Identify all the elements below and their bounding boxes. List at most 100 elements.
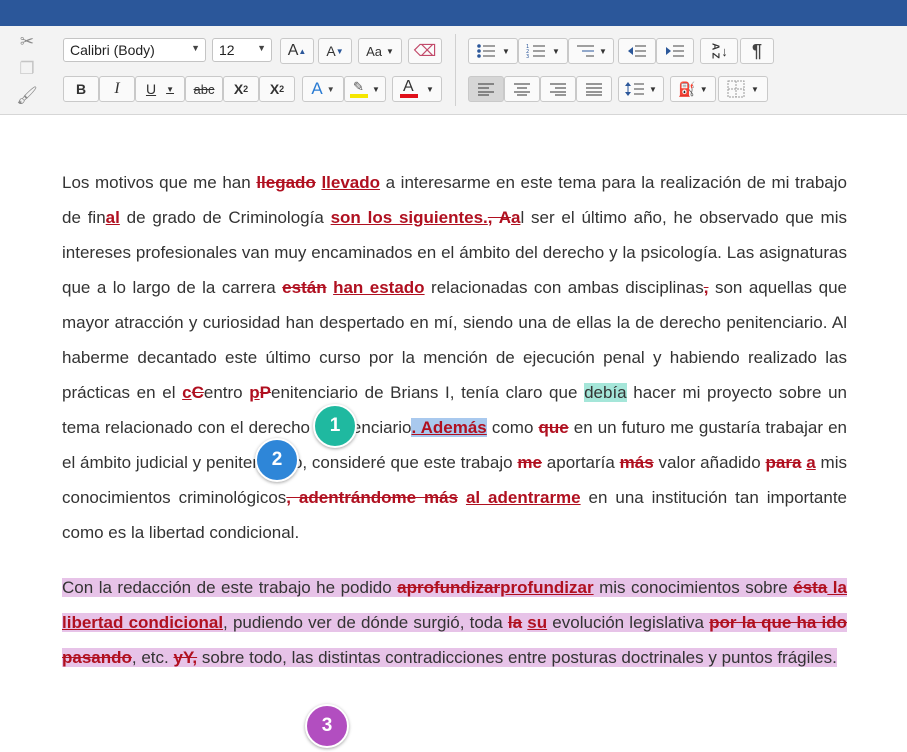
ribbon-toolbar: ✂ ❐ 🖌 Calibri (Body) ▼ 12 ▼ A ▲ A ▼ Aa ▼ ⌫ … — [0, 26, 907, 115]
deletion: aprofundizar — [397, 578, 501, 597]
highlighted-insertion-ademas: . Además — [411, 418, 487, 437]
align-center-button[interactable] — [504, 76, 540, 102]
justify-button[interactable] — [576, 76, 612, 102]
numbering-button[interactable]: 123 ▼ — [518, 38, 568, 64]
align-center-icon — [514, 83, 530, 96]
insertion: a — [806, 453, 816, 472]
font-size-value: 12 — [219, 42, 235, 58]
shading-button[interactable]: ⛽ ▼ — [670, 76, 716, 102]
grow-font-label: A — [287, 42, 299, 59]
superscript-button[interactable]: X2 — [259, 76, 295, 102]
strikethrough-label: abc — [193, 81, 215, 97]
pilcrow-icon: ¶ — [751, 40, 762, 61]
bullet-list-icon — [477, 44, 496, 58]
chevron-down-icon: ▼ — [552, 46, 560, 56]
superscript-mark: 2 — [279, 84, 285, 94]
align-right-button[interactable] — [540, 76, 576, 102]
deletion: están — [282, 278, 327, 297]
chevron-down-icon: ▼ — [166, 84, 175, 94]
line-spacing-button[interactable]: ▼ — [618, 76, 664, 102]
show-formatting-button[interactable]: ¶ — [740, 38, 774, 64]
underline-button[interactable]: U ▼ — [135, 76, 185, 102]
font-color-swatch — [400, 94, 419, 98]
chevron-down-icon: ▼ — [326, 84, 335, 94]
annotation-badge-1: 1 — [313, 404, 357, 448]
bullets-button[interactable]: ▼ — [468, 38, 518, 64]
superscript-label: X — [269, 81, 280, 97]
bold-label: B — [75, 81, 87, 97]
shrink-font-label: A — [326, 43, 336, 59]
insertion: han estado — [333, 278, 425, 297]
sort-button[interactable]: A Z ↓ — [700, 38, 738, 64]
deletion: C — [191, 383, 204, 402]
chevron-down-icon: ▼ — [257, 43, 266, 53]
chevron-down-icon: ▼ — [372, 84, 380, 94]
align-left-button[interactable] — [468, 76, 504, 102]
insertion: son los siguientes. — [330, 208, 488, 227]
chevron-down-icon: ▼ — [699, 84, 708, 94]
italic-button[interactable]: I — [99, 76, 135, 102]
chevron-down-icon: ▼ — [599, 46, 607, 56]
deletion: más — [619, 453, 654, 472]
deletion: P — [259, 383, 272, 402]
chevron-down-icon: ▼ — [385, 46, 394, 56]
copy-icon[interactable]: ❐ — [17, 59, 37, 79]
caret-down-icon: ▼ — [335, 46, 344, 56]
toolbar-separator — [455, 34, 456, 106]
svg-text:3: 3 — [526, 54, 529, 59]
insertion: llevado — [321, 173, 381, 192]
numbered-list-icon: 123 — [526, 44, 546, 59]
justify-icon — [586, 83, 602, 96]
deletion: , adentrándome más — [286, 488, 459, 507]
clear-formatting-button[interactable]: ⌫ — [408, 38, 442, 64]
deletion: para — [765, 453, 802, 472]
font-name-select[interactable]: Calibri (Body) ▼ — [63, 38, 206, 62]
format-painter-icon[interactable]: 🖌 — [16, 86, 38, 106]
chevron-down-icon: ▼ — [191, 43, 200, 53]
insertion: p — [249, 383, 260, 402]
change-case-label: Aa — [366, 43, 382, 59]
grow-font-button[interactable]: A ▲ — [280, 38, 314, 64]
document-body[interactable]: Los motivos que me han llegado llevado a… — [62, 165, 847, 695]
text-effects-button[interactable]: A ▼ — [302, 76, 344, 102]
paragraph-2: Con la redacción de este trabajo he podi… — [62, 570, 847, 675]
deletion: la — [507, 613, 523, 632]
decrease-indent-button[interactable] — [618, 38, 656, 64]
multilevel-list-button[interactable]: ▼ — [568, 38, 614, 64]
strikethrough-button[interactable]: abc — [185, 76, 223, 102]
highlight-color-button[interactable]: ✎ ▼ — [344, 76, 386, 102]
caret-up-icon: ▲ — [298, 46, 307, 56]
annotation-badge-3: 3 — [305, 704, 349, 748]
decrease-indent-icon — [628, 45, 646, 57]
multilevel-list-icon — [577, 45, 595, 57]
subscript-button[interactable]: X2 — [223, 76, 259, 102]
increase-indent-button[interactable] — [656, 38, 694, 64]
highlighted-paragraph-2: Con la redacción de este trabajo he podi… — [62, 578, 847, 667]
subscript-label: X — [233, 81, 244, 97]
paint-bucket-icon: ⛽ — [678, 80, 696, 97]
insertion: su — [527, 613, 548, 632]
align-right-icon — [550, 83, 566, 96]
borders-button[interactable]: ▼ — [718, 76, 768, 102]
change-case-button[interactable]: Aa ▼ — [358, 38, 402, 64]
bold-button[interactable]: B — [63, 76, 99, 102]
chevron-down-icon: ▼ — [649, 84, 657, 94]
text-effects-label: A — [311, 79, 323, 98]
annotation-badge-2: 2 — [255, 438, 299, 482]
deletion: ésta — [793, 578, 828, 597]
insertion: profundizar — [500, 578, 594, 597]
deletion: llegado — [256, 173, 316, 192]
borders-icon — [727, 80, 745, 98]
underline-label: U — [145, 81, 157, 97]
deletion: , A — [487, 208, 511, 227]
insertion: al adentrarme — [465, 488, 581, 507]
deletion: yY, — [173, 648, 198, 667]
deletion: que — [538, 418, 569, 437]
cut-icon[interactable]: ✂ — [17, 32, 37, 52]
deletion: me — [517, 453, 542, 472]
shrink-font-button[interactable]: A ▼ — [318, 38, 352, 64]
font-size-select[interactable]: 12 ▼ — [212, 38, 272, 62]
align-left-icon — [478, 83, 494, 96]
italic-label: I — [114, 80, 120, 97]
font-color-button[interactable]: A ▼ — [392, 76, 442, 102]
